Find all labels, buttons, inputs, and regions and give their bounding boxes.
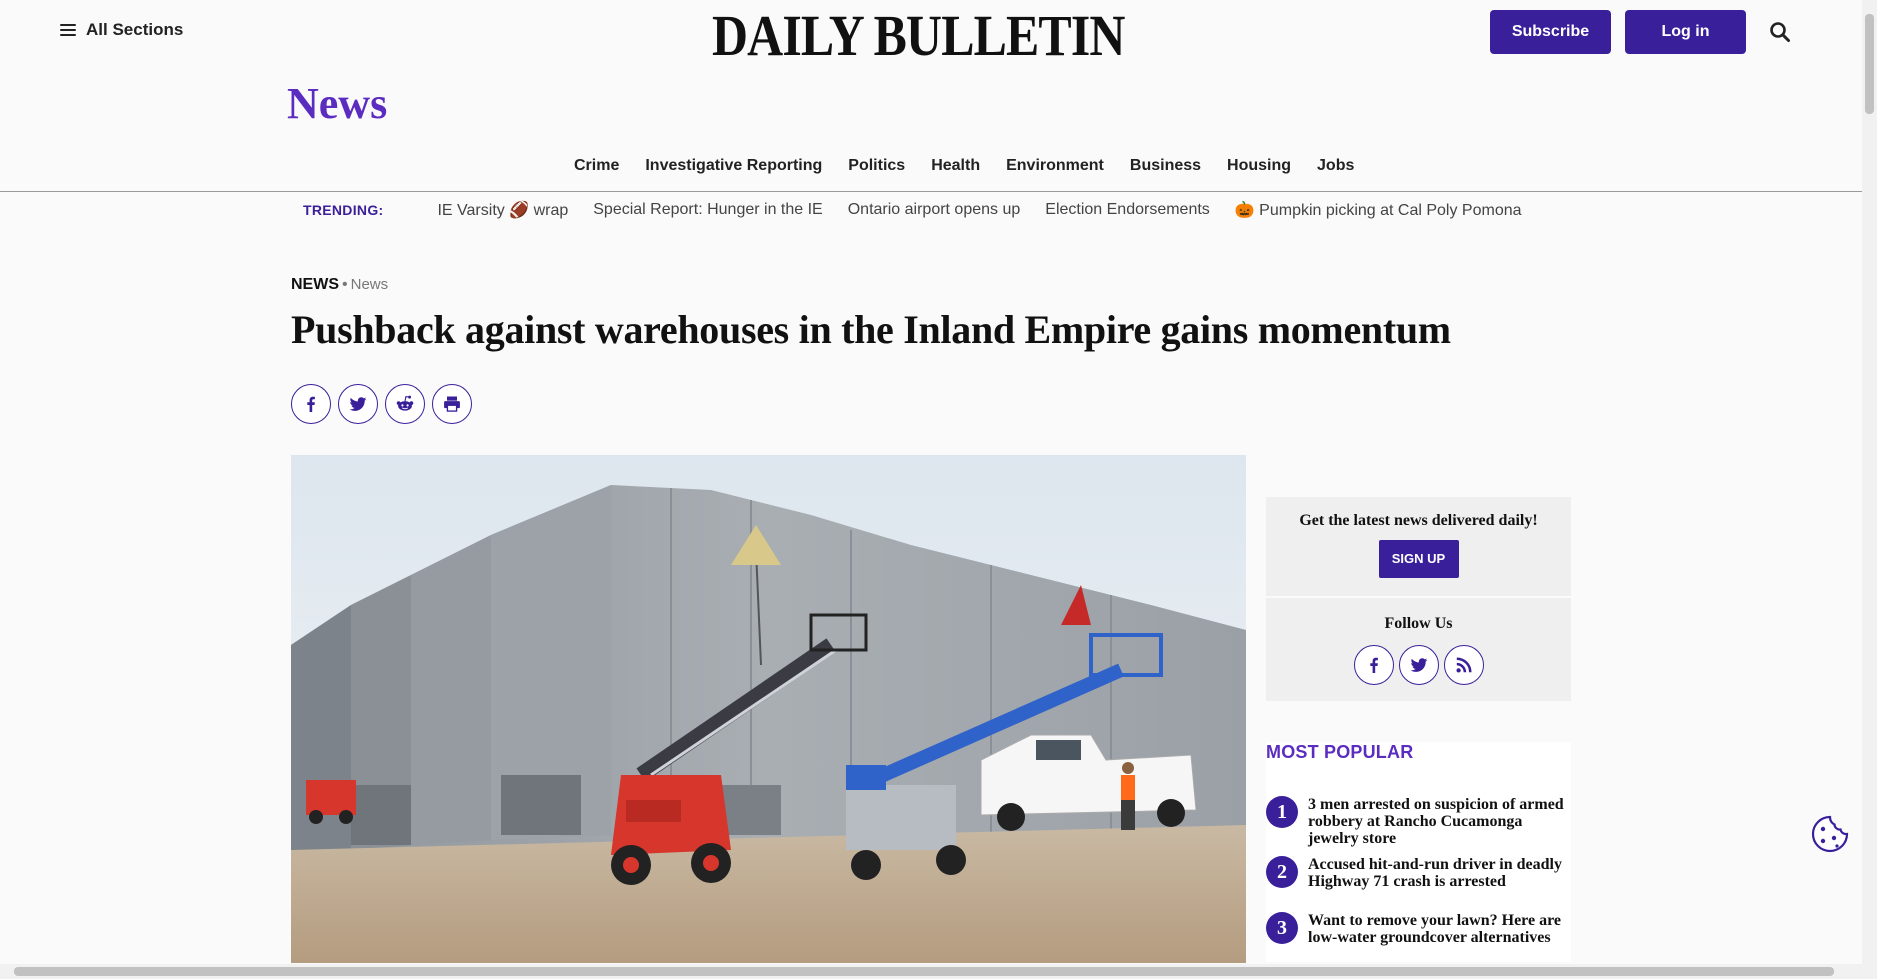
vertical-scrollbar[interactable] [1862,0,1877,979]
all-sections-label: All Sections [86,20,184,39]
subscribe-button[interactable]: Subscribe [1490,10,1611,54]
share-buttons [291,384,472,424]
nav-item-politics[interactable]: Politics [848,157,905,175]
reddit-icon [396,395,414,411]
share-twitter-button[interactable] [338,384,378,424]
article-photo[interactable] [291,455,1246,963]
site-logo[interactable]: DAILY BULLETIN [712,2,1125,69]
trending-item[interactable]: Election Endorsements [1045,201,1210,219]
popular-rank: 1 [1266,796,1298,828]
print-button[interactable] [432,384,472,424]
newsletter-signup: Get the latest news delivered daily! SIG… [1266,497,1571,596]
nav-item-health[interactable]: Health [931,157,980,175]
popular-item[interactable]: 1 3 men arrested on suspicion of armed r… [1266,796,1571,847]
trending-bar: TRENDING: IE Varsity 🏈 wrap Special Repo… [303,200,1547,220]
section-nav: Crime Investigative Reporting Politics H… [574,157,1354,175]
nav-item-environment[interactable]: Environment [1006,157,1104,175]
follow-title: Follow Us [1384,615,1453,632]
popular-item[interactable]: 3 Want to remove your lawn? Here are low… [1266,912,1571,946]
follow-us: Follow Us [1266,598,1571,701]
all-sections-button[interactable]: All Sections [60,20,183,40]
breadcrumb-secondary[interactable]: News [351,276,389,293]
nav-item-jobs[interactable]: Jobs [1317,157,1354,175]
twitter-icon [1410,658,1427,672]
popular-title[interactable]: 3 men arrested on suspicion of armed rob… [1308,796,1571,847]
print-icon [444,396,460,412]
breadcrumb: NEWS • News [291,276,388,294]
most-popular: MOST POPULAR 1 3 men arrested on suspici… [1266,742,1571,962]
most-popular-title: MOST POPULAR [1266,742,1414,762]
trending-item[interactable]: Ontario airport opens up [848,201,1021,219]
breadcrumb-primary[interactable]: NEWS [291,276,339,293]
nav-item-investigative-reporting[interactable]: Investigative Reporting [645,157,822,175]
share-reddit-button[interactable] [385,384,425,424]
hamburger-icon [60,23,76,37]
nav-item-business[interactable]: Business [1130,157,1201,175]
facebook-icon [307,396,315,412]
search-icon[interactable] [1768,20,1792,44]
nav-item-housing[interactable]: Housing [1227,157,1291,175]
trending-item[interactable]: 🎃 Pumpkin picking at Cal Poly Pomona [1235,200,1522,220]
trending-item[interactable]: Special Report: Hunger in the IE [593,201,822,219]
nav-item-crime[interactable]: Crime [574,157,619,175]
trending-label: TRENDING: [303,202,384,218]
login-button[interactable]: Log in [1625,10,1746,54]
popular-rank: 2 [1266,856,1298,888]
article-headline: Pushback against warehouses in the Inlan… [291,307,1451,352]
popular-item[interactable]: 2 Accused hit-and-run driver in deadly H… [1266,856,1571,890]
nav-divider [0,191,1862,192]
popular-title[interactable]: Want to remove your lawn? Here are low-w… [1308,912,1571,946]
breadcrumb-separator: • [342,276,348,293]
follow-twitter-button[interactable] [1398,645,1439,685]
popular-rank: 3 [1266,912,1298,944]
newsletter-text: Get the latest news delivered daily! [1299,512,1538,529]
horizontal-scrollbar[interactable] [0,964,1862,979]
section-title[interactable]: News [287,78,387,129]
trending-item[interactable]: IE Varsity 🏈 wrap [437,200,568,220]
follow-facebook-button[interactable] [1353,645,1394,685]
vertical-scroll-thumb[interactable] [1865,14,1874,114]
share-facebook-button[interactable] [291,384,331,424]
cookie-settings-icon[interactable] [1810,814,1850,854]
signup-button[interactable]: SIGN UP [1378,540,1459,578]
popular-title[interactable]: Accused hit-and-run driver in deadly Hig… [1308,856,1571,890]
site-header: All Sections DAILY BULLETIN Subscribe Lo… [0,0,1862,68]
facebook-icon [1369,657,1378,673]
follow-rss-button[interactable] [1443,645,1484,685]
rss-icon [1455,657,1472,673]
twitter-icon [349,397,367,411]
horizontal-scroll-thumb[interactable] [14,967,1834,976]
